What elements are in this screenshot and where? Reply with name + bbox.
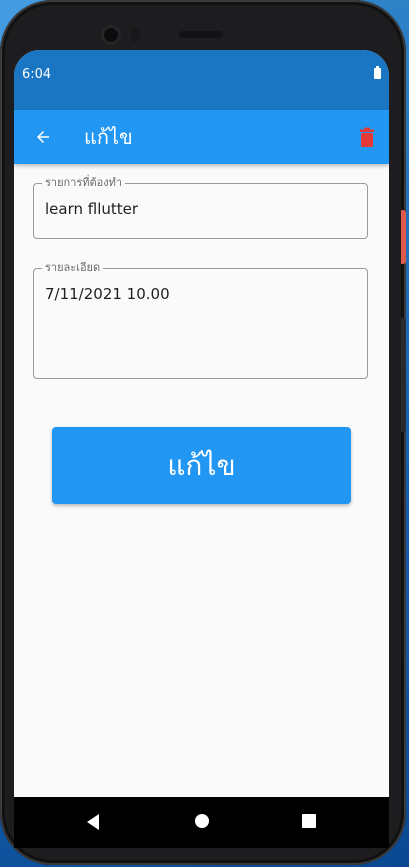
- nav-back-icon[interactable]: [87, 814, 99, 830]
- sensor-icon: [131, 28, 140, 42]
- volume-button: [401, 318, 406, 432]
- detail-field-label: รายละเอียด: [42, 261, 104, 275]
- detail-field-value[interactable]: 7/11/2021 10.00: [45, 285, 170, 303]
- system-nav-bar: [14, 797, 389, 848]
- status-time: 6:04: [22, 67, 52, 82]
- status-bar: 6:04: [14, 50, 389, 110]
- front-camera-icon: [101, 25, 121, 45]
- arrow-back-icon: [37, 131, 49, 143]
- battery-icon: [374, 66, 381, 79]
- nav-recents-icon[interactable]: [302, 814, 316, 828]
- delete-button[interactable]: [355, 123, 379, 151]
- edit-submit-button[interactable]: แก้ไข: [52, 427, 351, 504]
- detail-field[interactable]: รายละเอียด 7/11/2021 10.00: [33, 261, 368, 379]
- todo-field-value[interactable]: learn fllutter: [45, 200, 138, 218]
- back-button[interactable]: [28, 122, 58, 152]
- todo-field-label: รายการที่ต้องทำ: [42, 176, 126, 190]
- speaker-grille: [179, 31, 223, 38]
- power-button: [401, 210, 406, 264]
- trash-icon: [360, 127, 374, 147]
- nav-home-icon[interactable]: [195, 814, 209, 828]
- page-title: แก้ไข: [84, 125, 133, 149]
- phone-frame: 6:04 แก้ไข รายการที่ต้องทำ learn fllutte…: [0, 0, 406, 865]
- todo-field[interactable]: รายการที่ต้องทำ learn fllutter: [33, 176, 368, 239]
- app-bar: แก้ไข: [14, 110, 389, 164]
- app-screen: 6:04 แก้ไข รายการที่ต้องทำ learn fllutte…: [14, 50, 389, 848]
